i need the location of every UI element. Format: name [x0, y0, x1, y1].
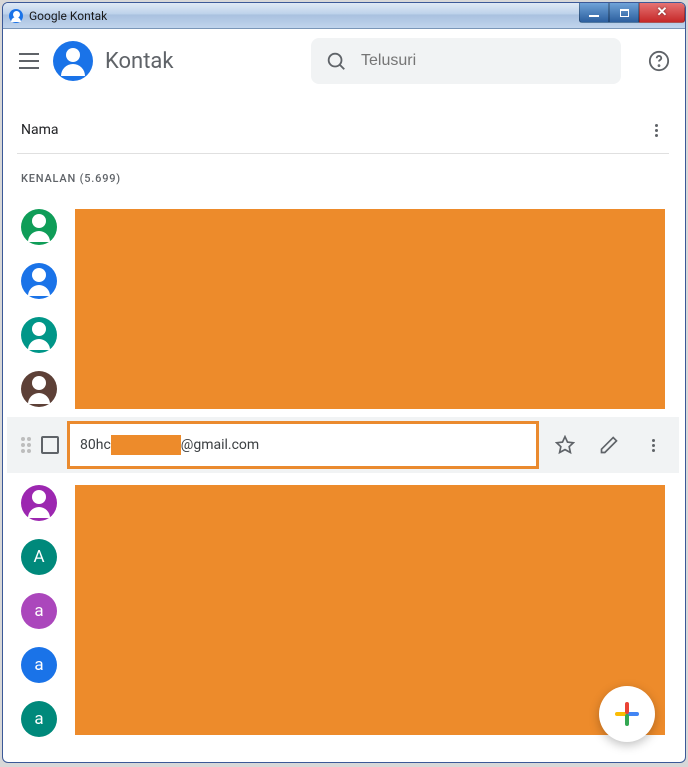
contacts-lower-group: A a a a	[3, 477, 683, 741]
pencil-icon	[599, 435, 619, 455]
redacted-content	[75, 209, 665, 409]
select-checkbox[interactable]	[41, 436, 59, 454]
search-box[interactable]	[311, 38, 621, 84]
contact-row-selected[interactable]: 80hc @gmail.com	[7, 417, 679, 473]
column-name: Nama	[21, 122, 59, 138]
avatar[interactable]: a	[21, 701, 57, 737]
redacted-content	[75, 485, 665, 735]
contact-email-cell[interactable]: 80hc @gmail.com	[67, 421, 539, 469]
search-icon	[325, 50, 347, 72]
minimize-button[interactable]	[579, 3, 609, 23]
drag-handle-icon[interactable]	[21, 437, 33, 453]
window-title: Google Kontak	[29, 9, 107, 23]
edit-button[interactable]	[591, 427, 627, 463]
contacts-body: Nama KENALAN (5.699)	[3, 93, 685, 762]
avatar[interactable]	[21, 209, 57, 245]
avatar[interactable]: a	[21, 593, 57, 629]
avatar[interactable]	[21, 371, 57, 407]
email-suffix: @gmail.com	[181, 437, 259, 453]
avatar[interactable]	[21, 317, 57, 353]
avatar[interactable]	[21, 263, 57, 299]
star-button[interactable]	[547, 427, 583, 463]
window-controls: ✕	[579, 3, 685, 23]
create-contact-fab[interactable]	[599, 686, 655, 742]
avatar[interactable]	[21, 485, 57, 521]
window-frame: Google Kontak ✕ Kontak	[2, 2, 686, 763]
star-icon	[555, 435, 575, 455]
avatar[interactable]: A	[21, 539, 57, 575]
column-header-row: Nama	[3, 93, 683, 153]
content-area: Kontak Nama	[3, 29, 685, 762]
section-label: KENALAN (5.699)	[3, 154, 683, 195]
email-prefix: 80hc	[80, 437, 111, 453]
contacts-logo-icon	[53, 41, 93, 81]
contacts-list: 80hc @gmail.com	[3, 195, 683, 762]
help-button[interactable]	[647, 49, 671, 73]
titlebar[interactable]: Google Kontak ✕	[3, 3, 685, 29]
contacts-upper-group	[3, 201, 683, 413]
menu-icon[interactable]	[17, 49, 41, 73]
search-input[interactable]	[361, 52, 607, 70]
more-button[interactable]	[635, 427, 671, 463]
close-button[interactable]: ✕	[639, 3, 685, 23]
maximize-button[interactable]	[609, 3, 639, 23]
avatar[interactable]: a	[21, 647, 57, 683]
app-title: Kontak	[105, 49, 174, 74]
app-favicon	[9, 9, 23, 23]
list-settings-button[interactable]	[647, 121, 665, 139]
plus-icon	[615, 702, 639, 726]
redacted-content	[111, 435, 181, 455]
app-header: Kontak	[3, 29, 685, 93]
more-vert-icon	[644, 436, 662, 454]
help-icon	[648, 50, 670, 72]
